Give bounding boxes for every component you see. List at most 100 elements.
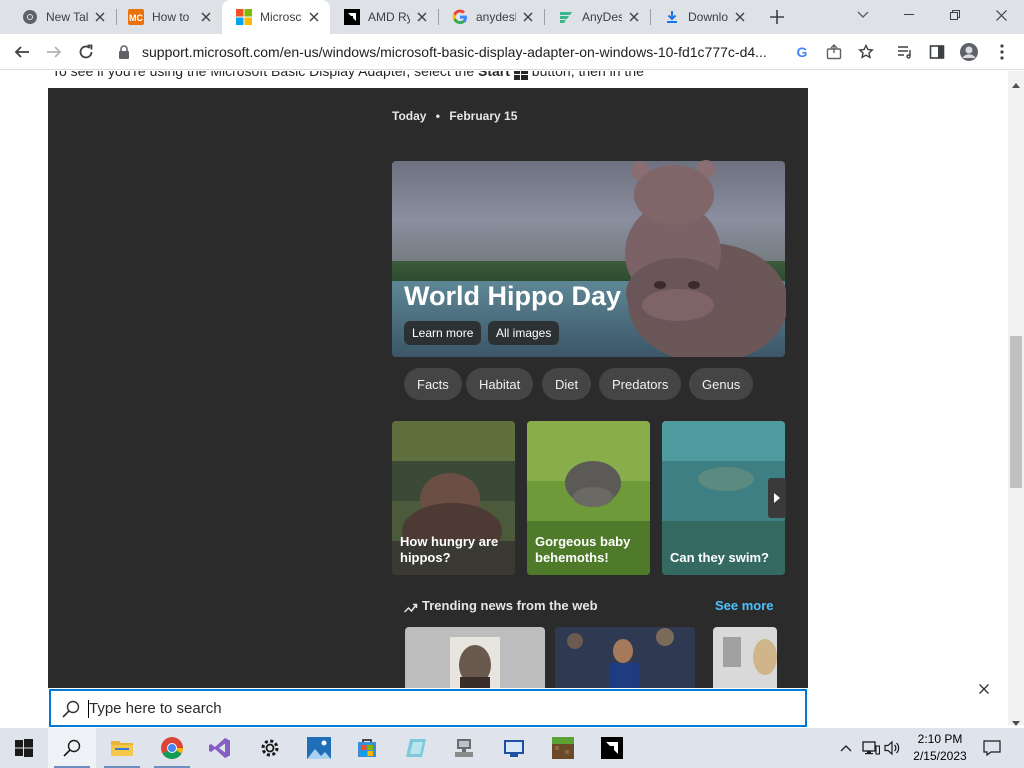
tab-how-to[interactable]: MC How to bbox=[114, 0, 222, 34]
amd-icon bbox=[344, 9, 360, 25]
network-icon bbox=[862, 741, 880, 755]
tab-anydesk[interactable]: AnyDes bbox=[544, 0, 650, 34]
trending-icon bbox=[403, 601, 418, 613]
news-item[interactable] bbox=[405, 627, 545, 688]
network-tray-button[interactable] bbox=[862, 738, 880, 758]
chip-predators[interactable]: Predators bbox=[599, 368, 682, 400]
chip-diet[interactable]: Diet bbox=[542, 368, 592, 400]
mc-icon: MC bbox=[128, 9, 144, 25]
close-tab-icon[interactable] bbox=[92, 9, 108, 25]
taskbar-store[interactable] bbox=[343, 728, 391, 768]
date-label: Today bbox=[392, 109, 427, 123]
close-flyout-icon[interactable] bbox=[975, 680, 993, 698]
tab-download[interactable]: Downlo bbox=[650, 0, 756, 34]
windows-taskbar: 2:10 PM 2/15/2023 bbox=[0, 728, 1024, 768]
tab-title: Microsc bbox=[260, 10, 302, 24]
forward-button[interactable] bbox=[42, 40, 66, 64]
tab-amd[interactable]: AMD Ry bbox=[330, 0, 438, 34]
trending-label: Trending news from the web bbox=[422, 598, 598, 613]
minimize-button[interactable] bbox=[886, 0, 932, 30]
news-item[interactable] bbox=[555, 627, 695, 688]
restore-button[interactable] bbox=[932, 0, 978, 30]
chip-habitat[interactable]: Habitat bbox=[466, 368, 534, 400]
tab-anydesk-search[interactable]: anydesk bbox=[438, 0, 544, 34]
taskbar-file-explorer[interactable] bbox=[98, 728, 146, 768]
download-icon bbox=[664, 9, 680, 25]
microsoft-icon bbox=[236, 9, 252, 25]
amd-icon bbox=[601, 737, 623, 759]
network-icon bbox=[455, 739, 473, 757]
article-text-part: To see if you're using the Microsoft Bas… bbox=[52, 71, 478, 79]
taskbar-photos[interactable] bbox=[295, 728, 343, 768]
taskbar-chrome[interactable] bbox=[148, 728, 196, 768]
article-text-part: button, then in the bbox=[527, 71, 644, 79]
taskbar-search-box[interactable]: Type here to search bbox=[49, 689, 807, 727]
start-icon bbox=[15, 739, 33, 757]
chip-facts[interactable]: Facts bbox=[404, 368, 462, 400]
date-heading: Today • February 15 bbox=[392, 109, 517, 123]
page-scrollbar[interactable] bbox=[1008, 71, 1024, 726]
new-tab-button[interactable] bbox=[765, 5, 789, 29]
close-window-button[interactable] bbox=[978, 0, 1024, 30]
hero-title: World Hippo Day bbox=[404, 281, 622, 311]
show-hidden-icons-button[interactable] bbox=[838, 738, 854, 758]
tab-microsoft[interactable]: Microsc bbox=[222, 0, 330, 34]
volume-tray-button[interactable] bbox=[884, 738, 902, 758]
close-tab-icon[interactable] bbox=[306, 9, 322, 25]
taskbar-minecraft[interactable] bbox=[539, 728, 587, 768]
side-panel-icon[interactable] bbox=[925, 40, 949, 64]
notifications-button[interactable] bbox=[982, 738, 1002, 758]
google-icon bbox=[452, 9, 468, 25]
google-lens-icon[interactable]: G bbox=[792, 42, 812, 62]
anydesk-icon bbox=[558, 9, 574, 25]
url-text: support.microsoft.com/en-us/windows/micr… bbox=[142, 44, 767, 60]
tab-new-tab[interactable]: New Tal bbox=[8, 0, 116, 34]
card-baby-behemoths[interactable]: Gorgeous baby behemoths! bbox=[527, 421, 650, 575]
scrollbar-thumb[interactable] bbox=[1010, 336, 1022, 488]
tab-title: AMD Ry bbox=[368, 10, 410, 24]
taskbar-settings[interactable] bbox=[246, 728, 294, 768]
carousel-next-button[interactable] bbox=[768, 478, 786, 518]
close-tab-icon[interactable] bbox=[198, 9, 214, 25]
profile-avatar-icon[interactable] bbox=[957, 40, 981, 64]
app-icon bbox=[406, 739, 426, 757]
close-tab-icon[interactable] bbox=[520, 9, 536, 25]
taskbar-app[interactable] bbox=[392, 728, 440, 768]
all-images-button[interactable]: All images bbox=[488, 321, 560, 345]
learn-more-button[interactable]: Learn more bbox=[404, 321, 482, 345]
close-tab-icon[interactable] bbox=[732, 9, 748, 25]
taskbar-remote-app[interactable] bbox=[490, 728, 538, 768]
back-button[interactable] bbox=[10, 40, 34, 64]
taskbar-amd[interactable] bbox=[588, 728, 636, 768]
news-item[interactable] bbox=[713, 627, 777, 688]
card-caption: How hungry are hippos? bbox=[400, 534, 499, 565]
lock-icon[interactable] bbox=[118, 45, 130, 64]
settings-icon bbox=[261, 739, 279, 757]
card-can-swim[interactable]: Can they swim? bbox=[662, 421, 785, 575]
scroll-up-icon[interactable] bbox=[1012, 75, 1020, 93]
svg-text:MC: MC bbox=[129, 13, 143, 23]
search-highlights-panel: Today • February 15 World Hippo Day Lear… bbox=[48, 88, 808, 688]
start-button[interactable] bbox=[0, 728, 48, 768]
news-thumbnail-image bbox=[713, 627, 777, 688]
chip-genus[interactable]: Genus bbox=[689, 368, 754, 400]
menu-dots-icon[interactable] bbox=[990, 40, 1014, 64]
hero-card[interactable]: World Hippo Day Learn more All images bbox=[392, 160, 786, 357]
taskbar-visual-studio[interactable] bbox=[196, 728, 244, 768]
bookmark-star-icon[interactable] bbox=[856, 42, 876, 62]
see-more-link[interactable]: See more bbox=[715, 598, 774, 613]
volume-icon bbox=[884, 740, 900, 756]
share-icon[interactable] bbox=[824, 42, 844, 62]
svg-text:G: G bbox=[797, 44, 808, 60]
taskbar-network-app[interactable] bbox=[441, 728, 489, 768]
screen: New Tal MC How to Microsc AMD Ry anydes … bbox=[0, 0, 1024, 768]
reload-button[interactable] bbox=[74, 40, 98, 64]
taskbar-clock[interactable]: 2:10 PM 2/15/2023 bbox=[908, 731, 972, 765]
close-tab-icon[interactable] bbox=[626, 9, 642, 25]
media-controls-icon[interactable] bbox=[893, 40, 917, 64]
tab-search-chevron-icon[interactable] bbox=[853, 5, 873, 25]
card-hungry-hippos[interactable]: How hungry are hippos? bbox=[392, 421, 515, 575]
address-bar[interactable]: support.microsoft.com/en-us/windows/micr… bbox=[104, 37, 884, 67]
close-tab-icon[interactable] bbox=[414, 9, 430, 25]
taskbar-search-button[interactable] bbox=[48, 728, 96, 768]
